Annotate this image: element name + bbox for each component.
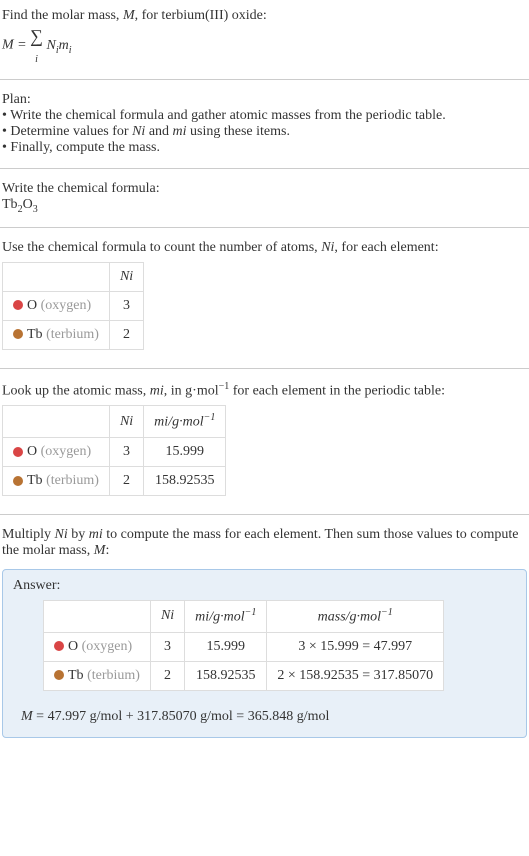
lookup-title: Look up the atomic mass, mi, in g·mol−1 …	[2, 381, 527, 400]
var-ni: Ni	[132, 124, 145, 139]
multiply-text: Multiply Ni by mi to compute the mass fo…	[2, 527, 527, 559]
table-row: Tb (terbium) 2 158.92535	[3, 466, 226, 495]
mi-header: mi/g·mol−1	[144, 406, 226, 438]
element-dot-icon	[13, 300, 23, 310]
var-ni: Ni	[321, 240, 334, 255]
n-value: 2	[109, 320, 143, 349]
table-header-row: Ni mi/g·mol−1	[3, 406, 226, 438]
count-section: Use the chemical formula to count the nu…	[0, 236, 529, 360]
element-dot-icon	[54, 670, 64, 680]
sigma-index: i	[35, 54, 38, 65]
element-cell: O (oxygen)	[3, 291, 110, 320]
m-value: 158.92535	[144, 466, 226, 495]
formula-rhs: Nimi	[46, 38, 71, 53]
empty-header	[3, 262, 110, 291]
table-row: O (oxygen) 3 15.999	[3, 437, 226, 466]
element-dot-icon	[54, 641, 64, 651]
divider	[0, 227, 529, 228]
divider	[0, 168, 529, 169]
answer-box: Answer: Ni mi/g·mol−1 mass/g·mol−1 O (ox…	[2, 569, 527, 738]
intro-section: Find the molar mass, M, for terbium(III)…	[0, 4, 529, 71]
divider	[0, 368, 529, 369]
n-value: 3	[109, 437, 143, 466]
n-value: 3	[150, 632, 184, 661]
count-title: Use the chemical formula to count the nu…	[2, 240, 527, 256]
var-mi: mi	[173, 124, 187, 139]
calc-value: 3 × 15.999 = 47.997	[267, 632, 444, 661]
var-mi: mi	[150, 383, 164, 398]
m-value: 15.999	[185, 632, 267, 661]
divider	[0, 79, 529, 80]
element-cell: Tb (terbium)	[3, 466, 110, 495]
chem-title: Write the chemical formula:	[2, 181, 527, 197]
plan-title: Plan:	[2, 92, 527, 108]
var-ni: Ni	[55, 527, 68, 542]
m-value: 158.92535	[185, 661, 267, 690]
intro-text-b: , for terbium(III) oxide:	[135, 8, 267, 23]
formula-lhs: M	[2, 38, 14, 53]
answer-table: Ni mi/g·mol−1 mass/g·mol−1 O (oxygen) 3 …	[43, 600, 444, 691]
ni-header: Ni	[109, 262, 143, 291]
mi-header: mi/g·mol−1	[185, 600, 267, 632]
element-dot-icon	[13, 447, 23, 457]
plan-bullet-1: • Write the chemical formula and gather …	[2, 108, 527, 124]
chemical-formula: Tb2O3	[2, 197, 527, 215]
mass-header: mass/g·mol−1	[267, 600, 444, 632]
element-cell: Tb (terbium)	[44, 661, 151, 690]
table-row: O (oxygen) 3	[3, 291, 144, 320]
n-value: 2	[150, 661, 184, 690]
element-cell: O (oxygen)	[44, 632, 151, 661]
empty-header	[3, 406, 110, 438]
m-value: 15.999	[144, 437, 226, 466]
element-cell: O (oxygen)	[3, 437, 110, 466]
sigma-symbol: ∑	[30, 26, 43, 46]
table-header-row: Ni	[3, 262, 144, 291]
intro-text: Find the molar mass,	[2, 8, 123, 23]
empty-header	[44, 600, 151, 632]
n-value: 2	[109, 466, 143, 495]
ni-header: Ni	[150, 600, 184, 632]
count-table: Ni O (oxygen) 3 Tb (terbium) 2	[2, 262, 144, 350]
molar-mass-formula: M = ∑i Nimi	[2, 24, 527, 67]
divider	[0, 514, 529, 515]
table-row: O (oxygen) 3 15.999 3 × 15.999 = 47.997	[44, 632, 444, 661]
element-cell: Tb (terbium)	[3, 320, 110, 349]
ni-header: Ni	[109, 406, 143, 438]
answer-label: Answer:	[13, 578, 516, 594]
var-mi: mi	[89, 527, 103, 542]
plan-section: Plan: • Write the chemical formula and g…	[0, 88, 529, 160]
element-dot-icon	[13, 329, 23, 339]
table-header-row: Ni mi/g·mol−1 mass/g·mol−1	[44, 600, 444, 632]
table-row: Tb (terbium) 2	[3, 320, 144, 349]
calc-value: 2 × 158.92535 = 317.85070	[267, 661, 444, 690]
element-dot-icon	[13, 476, 23, 486]
lookup-table: Ni mi/g·mol−1 O (oxygen) 3 15.999 Tb (te…	[2, 405, 226, 496]
multiply-section: Multiply Ni by mi to compute the mass fo…	[0, 523, 529, 563]
n-value: 3	[109, 291, 143, 320]
plan-bullet-2: • Determine values for Ni and mi using t…	[2, 124, 527, 140]
chemical-formula-section: Write the chemical formula: Tb2O3	[0, 177, 529, 219]
mass-result: M = 47.997 g/mol + 317.85070 g/mol = 365…	[13, 697, 516, 729]
var-m: M	[123, 8, 135, 23]
table-row: Tb (terbium) 2 158.92535 2 × 158.92535 =…	[44, 661, 444, 690]
lookup-section: Look up the atomic mass, mi, in g·mol−1 …	[0, 377, 529, 506]
plan-bullet-3: • Finally, compute the mass.	[2, 140, 527, 156]
